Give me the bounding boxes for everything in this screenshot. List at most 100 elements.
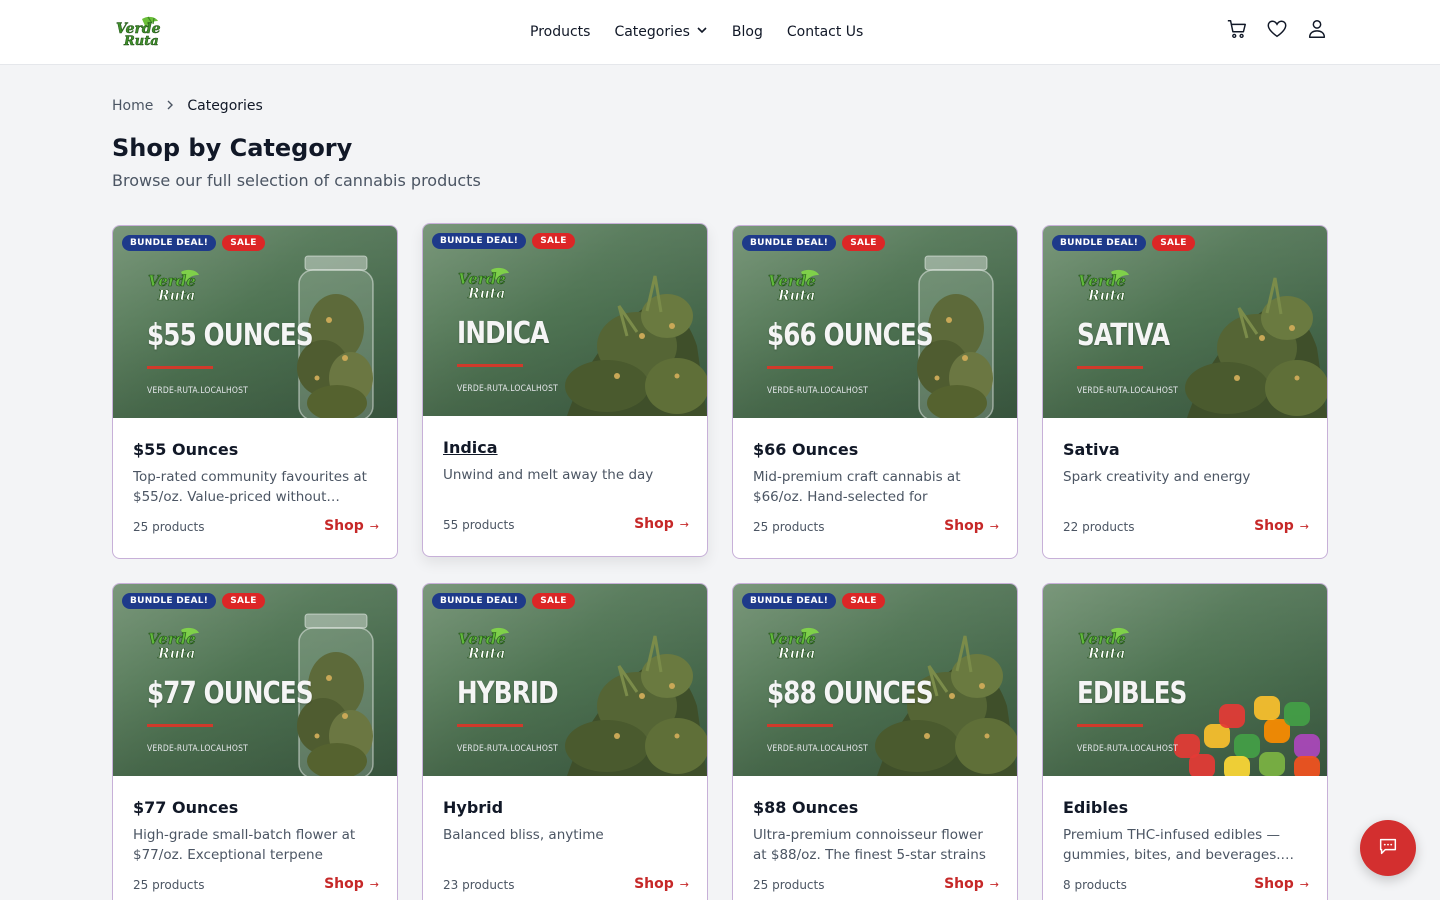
bundle-deal-badge: BUNDLE DEAL! [1052, 235, 1147, 251]
shop-link[interactable]: Shop → [944, 518, 999, 534]
shop-link-label: Shop [324, 518, 364, 534]
sale-badge: SALE [842, 593, 885, 609]
shop-link[interactable]: Shop → [634, 516, 689, 532]
category-name[interactable]: $55 Ounces [133, 440, 238, 459]
product-count: 22 products [1063, 520, 1135, 534]
image-domain: VERDE-RUTA.LOCALHOST [147, 744, 248, 754]
image-domain: VERDE-RUTA.LOCALHOST [1077, 386, 1178, 396]
category-name[interactable]: Sativa [1063, 440, 1120, 459]
image-title: HYBRID [457, 676, 559, 711]
category-card[interactable]: BUNDLE DEAL! SALE Verde Ruta SATIVA VERDE-RUT… [1042, 225, 1328, 559]
category-card[interactable]: BUNDLE DEAL! SALE Verde Ruta INDICA VERDE-RUT… [422, 223, 708, 557]
image-domain: VERDE-RUTA.LOCALHOST [147, 386, 248, 396]
category-card[interactable]: BUNDLE DEAL! SALE Verde Ruta HYBRID VERDE-RUT… [422, 583, 708, 900]
image-title: $66 OUNCES [767, 318, 934, 353]
bundle-deal-badge: BUNDLE DEAL! [742, 593, 837, 609]
category-image: BUNDLE DEAL! SALE Verde Ruta $88 OUNCES VERDE… [733, 584, 1017, 776]
category-description: Ultra-premium connoisseur flower at $88/… [753, 827, 986, 863]
breadcrumb-current: Categories [187, 98, 263, 114]
image-accent-rule [457, 724, 523, 727]
svg-text:Ruta: Ruta [467, 646, 505, 662]
nav-products[interactable]: Products [530, 24, 590, 40]
category-card[interactable]: Verde Ruta EDIBLES VERDE-RUTA.LOCALHOST Edib… [1042, 583, 1328, 900]
svg-text:Ruta: Ruta [1087, 288, 1125, 304]
image-title: $88 OUNCES [767, 676, 934, 711]
verde-ruta-logo[interactable]: Verde Ruta [112, 15, 162, 49]
shop-link[interactable]: Shop → [324, 518, 379, 534]
card-badges: BUNDLE DEAL! SALE [432, 593, 575, 609]
arrow-right-icon: → [369, 877, 379, 891]
card-badges: BUNDLE DEAL! SALE [1052, 235, 1195, 251]
category-description: Mid-premium craft cannabis at $66/oz. Ha… [753, 469, 961, 505]
image-accent-rule [147, 724, 213, 727]
bundle-deal-badge: BUNDLE DEAL! [742, 235, 837, 251]
shop-link[interactable]: Shop → [1254, 876, 1309, 892]
arrow-right-icon: → [679, 877, 689, 891]
product-count: 8 products [1063, 878, 1127, 892]
image-title: $55 OUNCES [147, 318, 314, 353]
category-image: BUNDLE DEAL! SALE Verde Ruta $77 OUNCES VERDE… [113, 584, 397, 776]
product-count: 25 products [133, 878, 205, 892]
bundle-deal-badge: BUNDLE DEAL! [122, 235, 217, 251]
category-description: Premium THC-infused edibles — gummies, b… [1063, 827, 1295, 863]
image-title: SATIVA [1077, 318, 1170, 353]
breadcrumb-home[interactable]: Home [112, 98, 153, 114]
category-name[interactable]: $66 Ounces [753, 440, 858, 459]
svg-text:Ruta: Ruta [157, 288, 195, 304]
nav-contact[interactable]: Contact Us [787, 24, 863, 40]
shop-link[interactable]: Shop → [1254, 518, 1309, 534]
category-name[interactable]: Edibles [1063, 798, 1128, 817]
category-image: BUNDLE DEAL! SALE Verde Ruta SATIVA VERDE-RUT… [1043, 226, 1327, 418]
image-domain: VERDE-RUTA.LOCALHOST [767, 386, 868, 396]
card-badges: BUNDLE DEAL! SALE [122, 235, 265, 251]
category-card[interactable]: BUNDLE DEAL! SALE Verde Ruta $77 OUNCES VERDE… [112, 583, 398, 900]
shop-link[interactable]: Shop → [944, 876, 999, 892]
product-count: 25 products [753, 520, 825, 534]
cart-icon[interactable] [1226, 18, 1248, 40]
category-image: BUNDLE DEAL! SALE Verde Ruta $55 OUNCES VERDE… [113, 226, 397, 418]
arrow-right-icon: → [1299, 519, 1309, 533]
category-card[interactable]: BUNDLE DEAL! SALE Verde Ruta $88 OUNCES VERDE… [732, 583, 1018, 900]
image-accent-rule [767, 724, 833, 727]
nav-categories[interactable]: Categories [614, 24, 707, 40]
chat-button[interactable] [1360, 820, 1416, 876]
product-count: 25 products [753, 878, 825, 892]
heart-icon[interactable] [1266, 18, 1288, 40]
category-name[interactable]: $77 Ounces [133, 798, 238, 817]
bundle-deal-badge: BUNDLE DEAL! [432, 233, 527, 249]
sale-badge: SALE [222, 235, 265, 251]
arrow-right-icon: → [989, 877, 999, 891]
card-badges: BUNDLE DEAL! SALE [742, 593, 885, 609]
shop-link[interactable]: Shop → [634, 876, 689, 892]
category-card[interactable]: BUNDLE DEAL! SALE Verde Ruta $66 OUNCES VERDE… [732, 225, 1018, 559]
product-count: 25 products [133, 520, 205, 534]
bundle-deal-badge: BUNDLE DEAL! [122, 593, 217, 609]
page-subtitle: Browse our full selection of cannabis pr… [112, 171, 481, 190]
site-header: Verde Ruta Products Categories Blog Cont… [0, 0, 1440, 65]
category-image: Verde Ruta EDIBLES VERDE-RUTA.LOCALHOST [1043, 584, 1327, 776]
image-title: INDICA [457, 316, 549, 351]
category-name[interactable]: Hybrid [443, 798, 503, 817]
svg-text:Ruta: Ruta [157, 646, 195, 662]
image-accent-rule [1077, 724, 1143, 727]
arrow-right-icon: → [679, 517, 689, 531]
image-title: $77 OUNCES [147, 676, 314, 711]
svg-text:Ruta: Ruta [1087, 646, 1125, 662]
card-badges: BUNDLE DEAL! SALE [432, 233, 575, 249]
chevron-right-icon [165, 98, 175, 114]
category-card[interactable]: BUNDLE DEAL! SALE Verde Ruta $55 OUNCES VERDE… [112, 225, 398, 559]
image-accent-rule [457, 364, 523, 367]
shop-link-label: Shop [1254, 518, 1294, 534]
arrow-right-icon: → [989, 519, 999, 533]
category-name[interactable]: Indica [443, 438, 498, 457]
category-name[interactable]: $88 Ounces [753, 798, 858, 817]
header-actions [1226, 18, 1328, 40]
shop-link[interactable]: Shop → [324, 876, 379, 892]
breadcrumb: Home Categories [112, 98, 263, 114]
product-count: 23 products [443, 878, 515, 892]
category-image: BUNDLE DEAL! SALE Verde Ruta INDICA VERDE-RUT… [423, 224, 707, 416]
chevron-down-icon [696, 24, 708, 40]
svg-text:Ruta: Ruta [777, 288, 815, 304]
nav-blog[interactable]: Blog [732, 24, 763, 40]
user-icon[interactable] [1306, 18, 1328, 40]
